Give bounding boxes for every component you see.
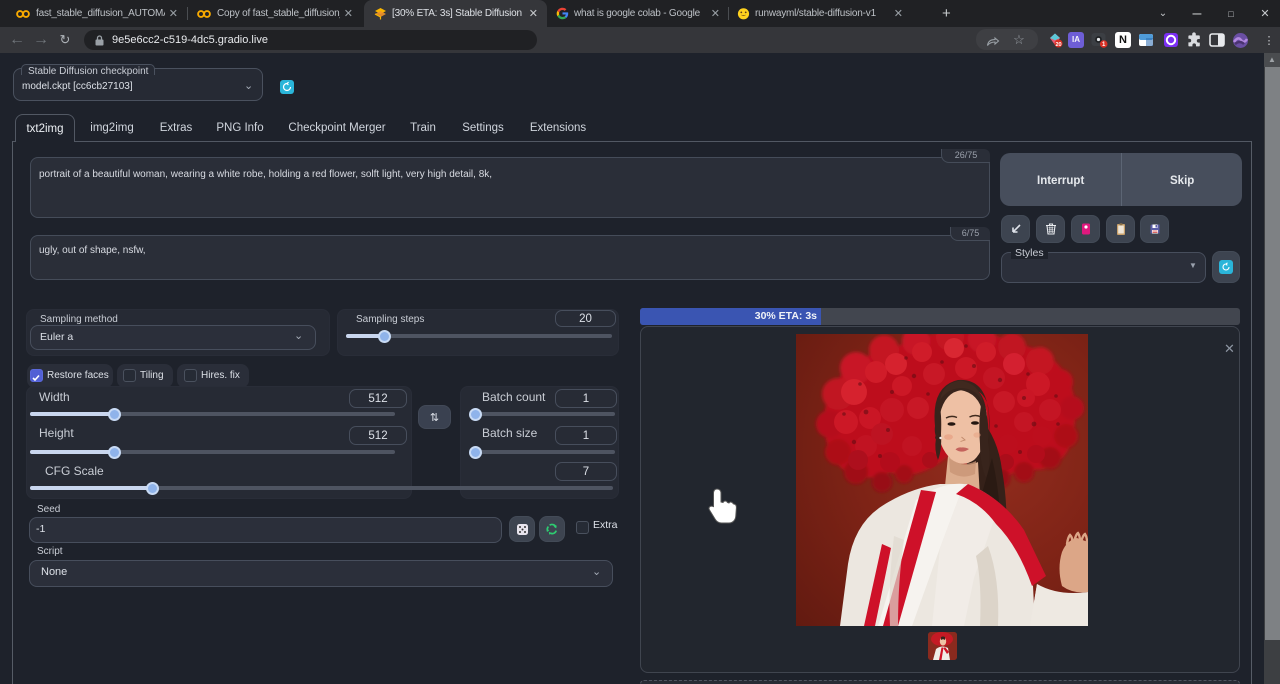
- svg-text:20: 20: [1055, 42, 1061, 48]
